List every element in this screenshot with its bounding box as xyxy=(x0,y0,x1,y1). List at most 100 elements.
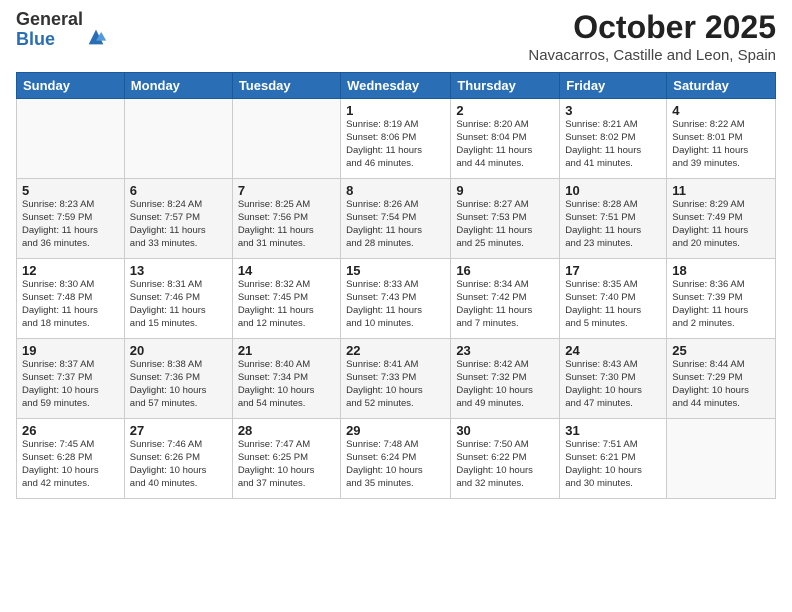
day-header-sunday: Sunday xyxy=(17,73,125,99)
day-info: Sunrise: 7:47 AM Sunset: 6:25 PM Dayligh… xyxy=(238,439,335,490)
day-cell: 25Sunrise: 8:44 AM Sunset: 7:29 PM Dayli… xyxy=(667,339,776,419)
day-number: 26 xyxy=(22,423,119,438)
day-number: 28 xyxy=(238,423,335,438)
day-number: 5 xyxy=(22,183,119,198)
day-cell xyxy=(17,99,125,179)
day-info: Sunrise: 8:30 AM Sunset: 7:48 PM Dayligh… xyxy=(22,279,119,330)
logo-blue: Blue xyxy=(16,30,83,50)
day-info: Sunrise: 8:31 AM Sunset: 7:46 PM Dayligh… xyxy=(130,279,227,330)
day-cell: 21Sunrise: 8:40 AM Sunset: 7:34 PM Dayli… xyxy=(232,339,340,419)
day-cell: 27Sunrise: 7:46 AM Sunset: 6:26 PM Dayli… xyxy=(124,419,232,499)
day-number: 6 xyxy=(130,183,227,198)
day-cell: 4Sunrise: 8:22 AM Sunset: 8:01 PM Daylig… xyxy=(667,99,776,179)
day-number: 31 xyxy=(565,423,661,438)
day-header-friday: Friday xyxy=(560,73,667,99)
day-info: Sunrise: 8:32 AM Sunset: 7:45 PM Dayligh… xyxy=(238,279,335,330)
day-info: Sunrise: 8:25 AM Sunset: 7:56 PM Dayligh… xyxy=(238,199,335,250)
day-info: Sunrise: 7:46 AM Sunset: 6:26 PM Dayligh… xyxy=(130,439,227,490)
day-info: Sunrise: 8:35 AM Sunset: 7:40 PM Dayligh… xyxy=(565,279,661,330)
day-number: 16 xyxy=(456,263,554,278)
day-header-saturday: Saturday xyxy=(667,73,776,99)
day-info: Sunrise: 8:43 AM Sunset: 7:30 PM Dayligh… xyxy=(565,359,661,410)
day-cell: 8Sunrise: 8:26 AM Sunset: 7:54 PM Daylig… xyxy=(341,179,451,259)
day-cell: 7Sunrise: 8:25 AM Sunset: 7:56 PM Daylig… xyxy=(232,179,340,259)
day-cell: 29Sunrise: 7:48 AM Sunset: 6:24 PM Dayli… xyxy=(341,419,451,499)
day-info: Sunrise: 8:38 AM Sunset: 7:36 PM Dayligh… xyxy=(130,359,227,410)
day-number: 7 xyxy=(238,183,335,198)
day-header-thursday: Thursday xyxy=(451,73,560,99)
day-info: Sunrise: 8:27 AM Sunset: 7:53 PM Dayligh… xyxy=(456,199,554,250)
day-cell: 2Sunrise: 8:20 AM Sunset: 8:04 PM Daylig… xyxy=(451,99,560,179)
day-cell: 16Sunrise: 8:34 AM Sunset: 7:42 PM Dayli… xyxy=(451,259,560,339)
day-cell: 19Sunrise: 8:37 AM Sunset: 7:37 PM Dayli… xyxy=(17,339,125,419)
header: General Blue October 2025 Navacarros, Ca… xyxy=(16,10,776,64)
calendar-table: SundayMondayTuesdayWednesdayThursdayFrid… xyxy=(16,72,776,499)
day-cell: 15Sunrise: 8:33 AM Sunset: 7:43 PM Dayli… xyxy=(341,259,451,339)
day-info: Sunrise: 7:48 AM Sunset: 6:24 PM Dayligh… xyxy=(346,439,445,490)
day-number: 3 xyxy=(565,103,661,118)
day-info: Sunrise: 8:19 AM Sunset: 8:06 PM Dayligh… xyxy=(346,119,445,170)
logo-icon xyxy=(85,26,107,48)
day-cell xyxy=(232,99,340,179)
day-number: 19 xyxy=(22,343,119,358)
logo: General Blue xyxy=(16,10,107,50)
day-header-wednesday: Wednesday xyxy=(341,73,451,99)
calendar-header-row: SundayMondayTuesdayWednesdayThursdayFrid… xyxy=(17,73,776,99)
day-header-monday: Monday xyxy=(124,73,232,99)
day-info: Sunrise: 8:21 AM Sunset: 8:02 PM Dayligh… xyxy=(565,119,661,170)
day-number: 30 xyxy=(456,423,554,438)
day-cell: 10Sunrise: 8:28 AM Sunset: 7:51 PM Dayli… xyxy=(560,179,667,259)
day-info: Sunrise: 8:22 AM Sunset: 8:01 PM Dayligh… xyxy=(672,119,770,170)
day-cell: 1Sunrise: 8:19 AM Sunset: 8:06 PM Daylig… xyxy=(341,99,451,179)
day-cell: 26Sunrise: 7:45 AM Sunset: 6:28 PM Dayli… xyxy=(17,419,125,499)
day-info: Sunrise: 8:37 AM Sunset: 7:37 PM Dayligh… xyxy=(22,359,119,410)
title-block: October 2025 Navacarros, Castille and Le… xyxy=(528,10,776,64)
day-info: Sunrise: 8:29 AM Sunset: 7:49 PM Dayligh… xyxy=(672,199,770,250)
week-row-4: 19Sunrise: 8:37 AM Sunset: 7:37 PM Dayli… xyxy=(17,339,776,419)
day-number: 18 xyxy=(672,263,770,278)
day-cell: 23Sunrise: 8:42 AM Sunset: 7:32 PM Dayli… xyxy=(451,339,560,419)
day-cell: 6Sunrise: 8:24 AM Sunset: 7:57 PM Daylig… xyxy=(124,179,232,259)
day-cell: 14Sunrise: 8:32 AM Sunset: 7:45 PM Dayli… xyxy=(232,259,340,339)
week-row-3: 12Sunrise: 8:30 AM Sunset: 7:48 PM Dayli… xyxy=(17,259,776,339)
day-number: 13 xyxy=(130,263,227,278)
day-cell: 11Sunrise: 8:29 AM Sunset: 7:49 PM Dayli… xyxy=(667,179,776,259)
day-number: 29 xyxy=(346,423,445,438)
day-number: 27 xyxy=(130,423,227,438)
day-info: Sunrise: 8:24 AM Sunset: 7:57 PM Dayligh… xyxy=(130,199,227,250)
day-number: 4 xyxy=(672,103,770,118)
day-cell: 18Sunrise: 8:36 AM Sunset: 7:39 PM Dayli… xyxy=(667,259,776,339)
day-number: 1 xyxy=(346,103,445,118)
day-cell: 13Sunrise: 8:31 AM Sunset: 7:46 PM Dayli… xyxy=(124,259,232,339)
day-cell: 30Sunrise: 7:50 AM Sunset: 6:22 PM Dayli… xyxy=(451,419,560,499)
day-cell: 28Sunrise: 7:47 AM Sunset: 6:25 PM Dayli… xyxy=(232,419,340,499)
day-cell: 24Sunrise: 8:43 AM Sunset: 7:30 PM Dayli… xyxy=(560,339,667,419)
day-number: 21 xyxy=(238,343,335,358)
location-title: Navacarros, Castille and Leon, Spain xyxy=(528,47,776,64)
day-number: 24 xyxy=(565,343,661,358)
day-number: 10 xyxy=(565,183,661,198)
day-cell: 20Sunrise: 8:38 AM Sunset: 7:36 PM Dayli… xyxy=(124,339,232,419)
day-cell: 9Sunrise: 8:27 AM Sunset: 7:53 PM Daylig… xyxy=(451,179,560,259)
day-info: Sunrise: 8:40 AM Sunset: 7:34 PM Dayligh… xyxy=(238,359,335,410)
day-info: Sunrise: 7:50 AM Sunset: 6:22 PM Dayligh… xyxy=(456,439,554,490)
day-cell: 31Sunrise: 7:51 AM Sunset: 6:21 PM Dayli… xyxy=(560,419,667,499)
day-info: Sunrise: 8:41 AM Sunset: 7:33 PM Dayligh… xyxy=(346,359,445,410)
day-number: 14 xyxy=(238,263,335,278)
week-row-1: 1Sunrise: 8:19 AM Sunset: 8:06 PM Daylig… xyxy=(17,99,776,179)
day-header-tuesday: Tuesday xyxy=(232,73,340,99)
day-number: 23 xyxy=(456,343,554,358)
day-info: Sunrise: 8:26 AM Sunset: 7:54 PM Dayligh… xyxy=(346,199,445,250)
day-info: Sunrise: 8:33 AM Sunset: 7:43 PM Dayligh… xyxy=(346,279,445,330)
day-cell xyxy=(667,419,776,499)
day-info: Sunrise: 8:23 AM Sunset: 7:59 PM Dayligh… xyxy=(22,199,119,250)
day-number: 17 xyxy=(565,263,661,278)
day-info: Sunrise: 8:20 AM Sunset: 8:04 PM Dayligh… xyxy=(456,119,554,170)
day-number: 11 xyxy=(672,183,770,198)
day-info: Sunrise: 8:28 AM Sunset: 7:51 PM Dayligh… xyxy=(565,199,661,250)
day-info: Sunrise: 7:51 AM Sunset: 6:21 PM Dayligh… xyxy=(565,439,661,490)
day-number: 22 xyxy=(346,343,445,358)
day-info: Sunrise: 7:45 AM Sunset: 6:28 PM Dayligh… xyxy=(22,439,119,490)
week-row-5: 26Sunrise: 7:45 AM Sunset: 6:28 PM Dayli… xyxy=(17,419,776,499)
day-cell: 22Sunrise: 8:41 AM Sunset: 7:33 PM Dayli… xyxy=(341,339,451,419)
